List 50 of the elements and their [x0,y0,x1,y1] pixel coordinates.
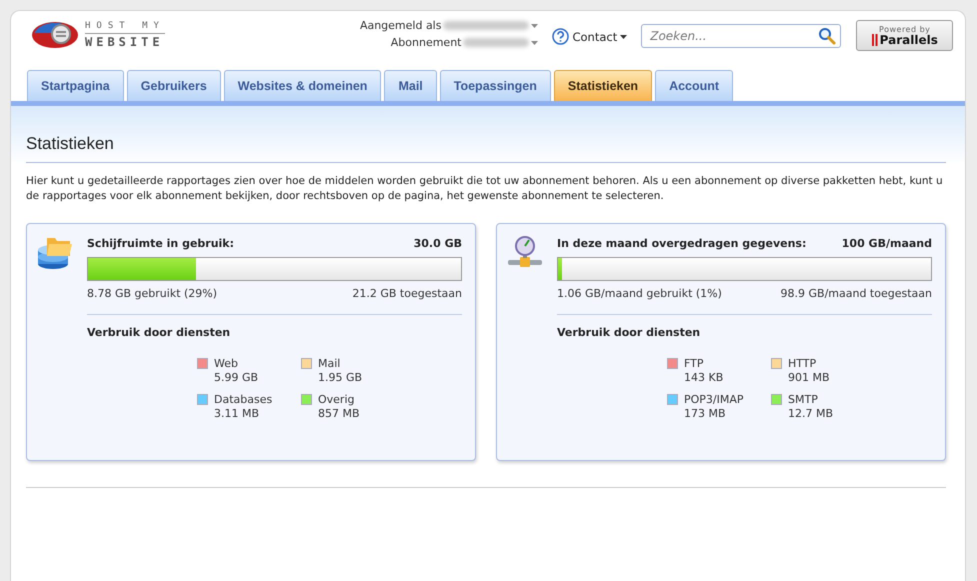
services-title: Verbruik door diensten [87,326,232,339]
allowed-text: 98.9 GB/maand toegestaan [780,287,932,300]
service-name: POP3/IMAP [684,393,744,407]
service-name: HTTP [788,357,818,371]
contact-menu[interactable]: Contact [572,30,628,44]
usage-title: In deze maand overgedragen gegevens: [557,237,806,250]
gauge-icon [507,236,543,270]
service-name: SMTP [788,393,819,407]
service-value: 3.11 MB [214,407,260,421]
page-description: Hier kunt u gedetailleerde rapportages zien over hoe de middelen worden gebruikt die tot uw abonnement behoren. Als u een abonnement op diverse pakketten hebt, kunt u de rapportages voor elk abonnement bekijken, door rechtsboven op de pagina, het gewenste abonnement te selecteren. [26,174,944,204]
usage-total: 30.0 GB [414,237,462,250]
redacted-subscription [463,38,530,47]
service-name: FTP [684,357,704,371]
powered-by-badge[interactable]: Powered by Parallels [856,20,954,51]
service-value: 901 MB [788,371,830,385]
nav-tab[interactable]: Account [655,70,734,101]
usage-total: 100 GB/maand [842,237,932,250]
service-value: 12.7 MB [788,407,834,421]
search-field[interactable]: Zoeken... [641,24,842,48]
service-value: 143 KB [684,371,724,385]
page-title: Statistieken [26,134,946,163]
nav-tab[interactable]: Statistieken [554,70,652,101]
service-value: 857 MB [318,407,360,421]
used-text: 8.78 GB gebruikt (29%) [87,287,218,300]
nav-tab[interactable]: Startpagina [27,70,124,101]
help-icon[interactable] [552,28,570,45]
service-value: 1.95 GB [318,371,362,385]
service-name: Mail [318,357,342,371]
allowed-text: 21.2 GB toegestaan [352,287,462,300]
subscription-label: Abonnement [390,36,462,49]
signed-in-label: Aangemeld als [360,19,442,32]
service-value: 173 MB [684,407,727,421]
caret-icon[interactable] [620,34,628,38]
nav-tab[interactable]: Websites & domeinen [224,70,382,101]
caret-icon [531,40,538,44]
service-name: Overig [318,393,356,407]
nav-tab[interactable]: Toepassingen [440,70,551,101]
service-value: 5.99 GB [214,371,258,385]
search-icon[interactable] [818,27,836,45]
database-folder-icon [37,236,73,270]
logo-text: WEBSITE [85,34,165,48]
nav-tab[interactable]: Gebruikers [126,70,221,101]
used-text: 1.06 GB/maand gebruikt (1%) [557,287,722,300]
caret-icon [531,24,538,28]
services-title: Verbruik door diensten [557,326,702,339]
usage-title: Schijfruimte in gebruik: [87,237,234,250]
service-name: Web [214,357,239,371]
nav-tab[interactable]: Mail [384,70,437,101]
service-name: Databases [214,393,272,407]
logo-text: HOST MY [85,22,165,34]
